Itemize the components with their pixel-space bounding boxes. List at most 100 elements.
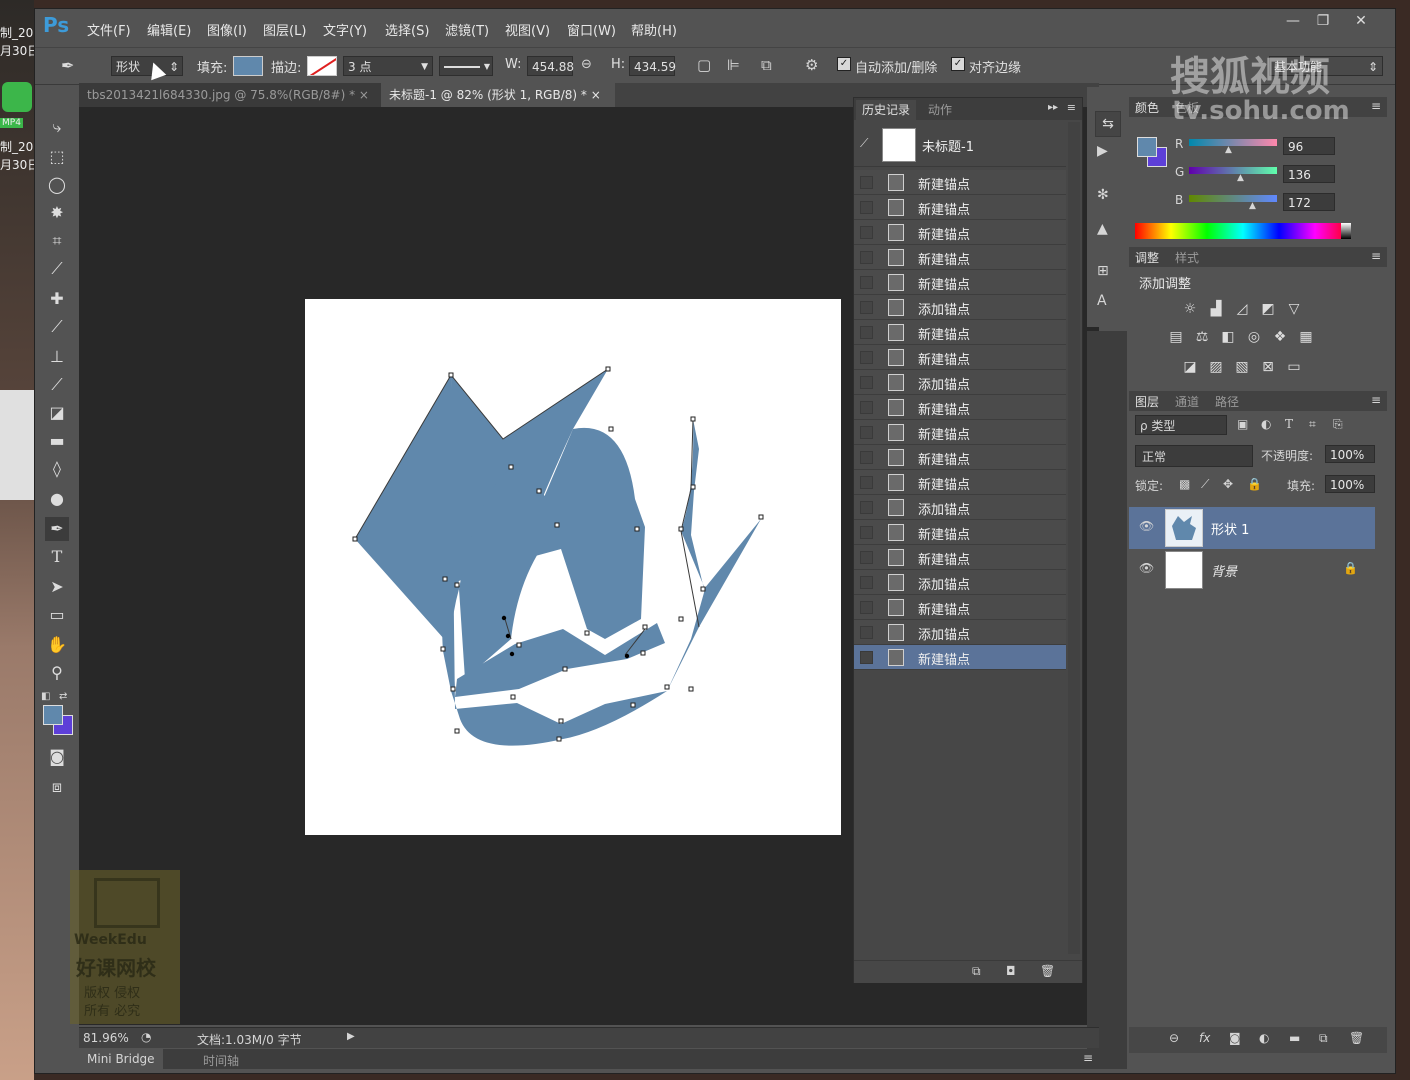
width-field[interactable]: 454.88 xyxy=(527,56,574,76)
hue-saturation-icon[interactable]: ▤ xyxy=(1167,329,1185,345)
panel-menu-icon[interactable]: ≡ xyxy=(1371,393,1381,407)
color-fg-swatch[interactable] xyxy=(1137,137,1157,157)
menu-select[interactable]: 选择(S) xyxy=(385,20,429,39)
photo-filter-icon[interactable]: ◎ xyxy=(1245,329,1263,345)
trash-icon[interactable]: 🗑 xyxy=(1040,964,1055,978)
restore-button[interactable]: ❐ xyxy=(1309,13,1337,33)
tab-history[interactable]: 历史记录 xyxy=(856,100,917,120)
filter-type-icon[interactable]: T xyxy=(1285,417,1293,431)
pen-tool-preset-icon[interactable]: ✒ xyxy=(61,56,74,75)
zoom-tool-icon[interactable]: ⚲ xyxy=(45,661,69,685)
status-info-icon[interactable]: ◔ xyxy=(141,1030,151,1044)
stroke-size-field[interactable]: 3 点 ▼ xyxy=(343,56,433,76)
vibrance-icon[interactable]: ▽ xyxy=(1285,301,1303,317)
panel-menu-icon[interactable]: ≡ xyxy=(1067,101,1076,114)
layer-filter-select[interactable]: ρ 类型 xyxy=(1135,415,1227,435)
history-item[interactable]: 添加锚点 xyxy=(854,370,1066,395)
add-mask-icon[interactable]: ◙ xyxy=(1229,1031,1241,1045)
tab-adjustments[interactable]: 调整 xyxy=(1135,249,1159,266)
history-scrollbar[interactable] xyxy=(1068,122,1080,954)
history-item[interactable]: 新建锚点 xyxy=(854,270,1066,295)
menu-type[interactable]: 文字(Y) xyxy=(323,20,367,39)
minimize-button[interactable]: — xyxy=(1279,13,1307,33)
height-field[interactable]: 434.59 xyxy=(629,56,676,76)
eye-icon[interactable]: 👁 xyxy=(1139,519,1154,533)
tab-layers[interactable]: 图层 xyxy=(1135,393,1159,410)
new-adjustment-icon[interactable]: ◐ xyxy=(1259,1031,1269,1045)
tab-untitled[interactable]: 未标题-1 @ 82% (形状 1, RGB/8) * × xyxy=(381,83,615,107)
history-item[interactable]: 新建锚点 xyxy=(854,395,1066,420)
history-item-checkbox[interactable] xyxy=(860,401,873,414)
selective-color-icon[interactable]: ⊠ xyxy=(1259,359,1277,375)
history-item[interactable]: 添加锚点 xyxy=(854,495,1066,520)
path-alignment-icon[interactable]: ⊫ xyxy=(727,56,740,74)
history-item-checkbox[interactable] xyxy=(860,451,873,464)
gradient-map-icon[interactable]: ▭ xyxy=(1285,359,1303,375)
gradient-tool-icon[interactable]: ▬ xyxy=(45,429,69,453)
move-tool-icon[interactable]: ⤷ xyxy=(45,115,69,139)
menu-layer[interactable]: 图层(L) xyxy=(263,20,306,39)
history-brush-tool-icon[interactable]: ⟋ xyxy=(45,373,69,397)
filter-pixel-icon[interactable]: ▣ xyxy=(1237,417,1248,431)
history-item[interactable]: 新建锚点 xyxy=(854,170,1066,195)
eyedropper-tool-icon[interactable]: ⟋ xyxy=(45,257,69,281)
history-item[interactable]: 添加锚点 xyxy=(854,570,1066,595)
red-slider-handle[interactable]: ▲ xyxy=(1225,145,1232,155)
eye-icon[interactable]: 👁 xyxy=(1139,561,1154,575)
black-white-icon[interactable]: ◧ xyxy=(1219,329,1237,345)
lock-all-icon[interactable]: 🔒 xyxy=(1247,477,1262,491)
brush-presets-icon[interactable]: ✻ xyxy=(1097,187,1109,203)
history-item[interactable]: 新建锚点 xyxy=(854,245,1066,270)
gear-icon[interactable]: ⚙ xyxy=(805,56,818,74)
close-icon[interactable]: × xyxy=(591,88,601,102)
history-item-checkbox[interactable] xyxy=(860,576,873,589)
filter-adjust-icon[interactable]: ◐ xyxy=(1261,417,1271,431)
clone-source-icon[interactable]: ⊞ xyxy=(1097,263,1109,279)
history-item[interactable]: 新建锚点 xyxy=(854,195,1066,220)
camera-icon[interactable]: ◘ xyxy=(1006,964,1016,978)
filter-shape-icon[interactable]: ⌗ xyxy=(1309,417,1316,432)
red-value[interactable]: 96 xyxy=(1283,137,1335,155)
stroke-type-select[interactable]: ▼ xyxy=(439,56,493,76)
path-operations-icon[interactable]: ▢ xyxy=(697,56,711,74)
shape-tool-icon[interactable]: ▭ xyxy=(45,603,69,627)
auto-add-checkbox[interactable]: ✓ xyxy=(837,57,851,71)
new-layer-icon[interactable]: ⧉ xyxy=(1319,1031,1328,1046)
blue-slider[interactable] xyxy=(1189,195,1277,202)
blue-slider-handle[interactable]: ▲ xyxy=(1249,201,1256,211)
link-layers-icon[interactable]: ⊖ xyxy=(1169,1031,1179,1045)
brightness-icon[interactable]: ☼ xyxy=(1181,301,1199,317)
marquee-tool-icon[interactable]: ⬚ xyxy=(45,145,69,169)
dodge-tool-icon[interactable]: ● xyxy=(45,487,69,511)
layer-row-background[interactable]: 👁 背景 🔒 xyxy=(1129,549,1375,591)
invert-icon[interactable]: ◪ xyxy=(1181,359,1199,375)
green-value[interactable]: 136 xyxy=(1283,165,1335,183)
tab-mini-bridge[interactable]: Mini Bridge xyxy=(79,1049,163,1069)
layer-row-shape1[interactable]: 👁 形状 1 xyxy=(1129,507,1375,549)
tab-styles[interactable]: 样式 xyxy=(1175,249,1199,266)
lasso-tool-icon[interactable]: ◯ xyxy=(45,173,69,197)
history-item-checkbox[interactable] xyxy=(860,551,873,564)
path-arrangement-icon[interactable]: ⧉ xyxy=(761,56,772,74)
history-item[interactable]: 新建锚点 xyxy=(854,520,1066,545)
color-balance-icon[interactable]: ⚖ xyxy=(1193,329,1211,345)
tab-channels[interactable]: 通道 xyxy=(1175,393,1199,410)
color-spectrum[interactable] xyxy=(1135,223,1351,239)
brush-tool-icon[interactable]: ⟋ xyxy=(45,315,69,339)
lock-transparent-icon[interactable]: ▩ xyxy=(1179,477,1190,491)
menu-window[interactable]: 窗口(W) xyxy=(567,20,616,39)
panel-menu-icon[interactable]: ≡ xyxy=(1083,1051,1093,1065)
fill-swatch[interactable] xyxy=(233,56,263,76)
history-item[interactable]: 新建锚点 xyxy=(854,545,1066,570)
opacity-field[interactable]: 100% xyxy=(1325,445,1375,463)
eraser-tool-icon[interactable]: ◪ xyxy=(45,401,69,425)
history-item[interactable]: 新建锚点 xyxy=(854,445,1066,470)
new-document-from-state-icon[interactable]: ⧉ xyxy=(972,964,981,979)
fill-field[interactable]: 100% xyxy=(1325,475,1375,493)
align-edges-checkbox[interactable]: ✓ xyxy=(951,57,965,71)
curves-icon[interactable]: ◿ xyxy=(1233,301,1251,317)
filter-smart-icon[interactable]: ⎘ xyxy=(1333,417,1343,432)
history-item-checkbox[interactable] xyxy=(860,501,873,514)
default-colors-icon[interactable]: ◧ xyxy=(41,691,50,702)
history-item-checkbox[interactable] xyxy=(860,326,873,339)
